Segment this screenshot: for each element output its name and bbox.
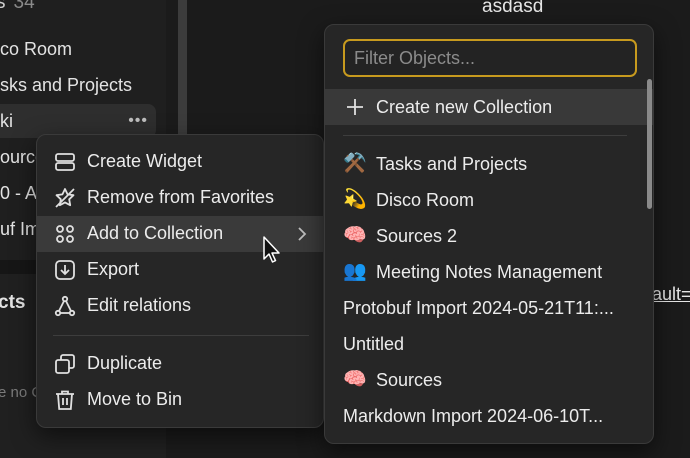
menu-divider bbox=[53, 335, 309, 336]
filter-objects-input[interactable] bbox=[343, 39, 637, 77]
collection-item-sources-2[interactable]: 🧠 Sources 2 bbox=[325, 218, 643, 254]
sidebar-item-tasks-and-projects[interactable]: sks and Projects bbox=[0, 68, 156, 102]
move-to-bin-menu-item[interactable]: Move to Bin bbox=[37, 382, 323, 418]
duplicate-icon bbox=[53, 352, 77, 376]
collection-item-meeting-notes-management[interactable]: 👥 Meeting Notes Management bbox=[325, 254, 643, 290]
sidebar-item-label: uf Im bbox=[0, 219, 41, 239]
collection-item-protobuf-import[interactable]: Protobuf Import 2024-05-21T11:... bbox=[325, 290, 643, 326]
object-context-menu: Create Widget Remove from Favorites Add … bbox=[36, 134, 324, 428]
brain-icon: 🧠 bbox=[343, 225, 367, 246]
widget-icon bbox=[53, 150, 77, 174]
menu-item-label: Remove from Favorites bbox=[87, 187, 275, 207]
edit-relations-menu-item[interactable]: Edit relations bbox=[37, 288, 323, 324]
people-icon: 👥 bbox=[343, 261, 367, 282]
sidebar-item-label: ki bbox=[0, 111, 13, 131]
collection-item-tasks-and-projects[interactable]: ⚒️ Tasks and Projects bbox=[325, 146, 643, 182]
sidebar-item-wiki[interactable]: ki ••• bbox=[0, 104, 156, 138]
collection-item-untitled[interactable]: Untitled bbox=[325, 326, 643, 362]
unstar-icon bbox=[53, 186, 77, 210]
sidebar-item-label: 0 - A bbox=[0, 183, 38, 203]
duplicate-menu-item[interactable]: Duplicate bbox=[37, 346, 323, 382]
collection-item-label: Sources bbox=[376, 370, 443, 390]
sidebar-widget-title: cts bbox=[0, 292, 26, 313]
remove-from-favorites-menu-item[interactable]: Remove from Favorites bbox=[37, 180, 323, 216]
collection-item-disco-room[interactable]: 💫 Disco Room bbox=[325, 182, 643, 218]
sidebar-header-count: 34 bbox=[13, 0, 35, 13]
bin-icon bbox=[53, 388, 77, 412]
collection-item-label: Sources 2 bbox=[376, 226, 458, 246]
collection-item-label: Meeting Notes Management bbox=[376, 262, 603, 282]
collection-item-label: Disco Room bbox=[376, 190, 475, 210]
create-widget-menu-item[interactable]: Create Widget bbox=[37, 144, 323, 180]
collection-item-markdown-import[interactable]: Markdown Import 2024-06-10T... bbox=[325, 398, 643, 434]
sidebar-header: s 34 bbox=[0, 0, 35, 14]
export-icon bbox=[53, 258, 77, 282]
chevron-right-icon bbox=[295, 224, 309, 244]
collection-item-label: Tasks and Projects bbox=[376, 154, 528, 174]
more-options-icon[interactable]: ••• bbox=[128, 104, 148, 138]
link-text[interactable]: ault= bbox=[652, 284, 690, 305]
submenu-scrollbar[interactable] bbox=[647, 79, 652, 209]
brain-icon: 🧠 bbox=[343, 369, 367, 390]
collection-item-sources[interactable]: 🧠 Sources bbox=[325, 362, 643, 398]
menu-item-label: Move to Bin bbox=[87, 389, 183, 409]
collection-item-label: Markdown Import 2024-06-10T... bbox=[343, 406, 604, 426]
menu-item-label: Create Widget bbox=[87, 151, 203, 171]
mouse-cursor-icon bbox=[262, 236, 282, 266]
collection-item-label: Untitled bbox=[343, 334, 405, 354]
create-new-collection-button[interactable]: Create new Collection bbox=[325, 89, 653, 125]
create-new-collection-label: Create new Collection bbox=[376, 97, 553, 117]
menu-item-label: Add to Collection bbox=[87, 223, 224, 243]
dizzy-icon: 💫 bbox=[343, 189, 367, 210]
add-to-collection-submenu: Create new Collection ⚒️ Tasks and Proje… bbox=[324, 24, 654, 444]
menu-item-label: Duplicate bbox=[87, 353, 163, 373]
sidebar-header-title: s bbox=[0, 0, 6, 13]
relations-icon bbox=[53, 294, 77, 318]
collection-item-label: Protobuf Import 2024-05-21T11:... bbox=[343, 298, 614, 318]
hammer-pick-icon: ⚒️ bbox=[343, 153, 367, 174]
sidebar-item-label: sks and Projects bbox=[0, 75, 133, 95]
menu-item-label: Export bbox=[87, 259, 140, 279]
menu-divider bbox=[343, 135, 627, 136]
collection-icon bbox=[53, 222, 77, 246]
page-title: asdasd bbox=[482, 0, 544, 17]
plus-icon bbox=[345, 97, 365, 117]
menu-item-label: Edit relations bbox=[87, 295, 192, 315]
sidebar-item-disco-room[interactable]: co Room bbox=[0, 32, 156, 66]
sidebar-item-label: co Room bbox=[0, 39, 73, 59]
